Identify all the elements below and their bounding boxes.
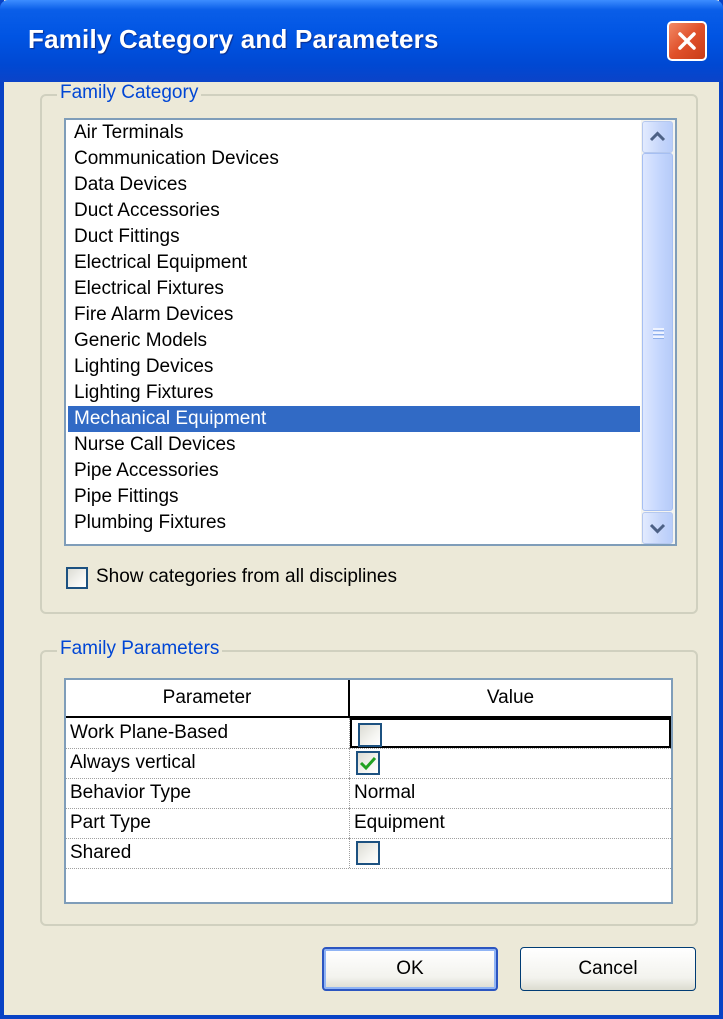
dialog-title: Family Category and Parameters (28, 24, 439, 54)
category-list-item[interactable]: Lighting Fixtures (68, 380, 640, 406)
value-checkbox[interactable] (356, 751, 380, 775)
category-list-item[interactable]: Generic Models (68, 328, 640, 354)
scroll-down-button[interactable] (642, 512, 673, 544)
show-all-disciplines-label[interactable]: Show categories from all disciplines (96, 566, 397, 588)
table-row[interactable]: Shared (66, 838, 671, 869)
column-header-parameter[interactable]: Parameter (66, 680, 350, 716)
parameter-value-cell[interactable] (350, 748, 671, 778)
value-checkbox[interactable] (358, 723, 382, 747)
parameter-value-cell[interactable] (350, 838, 671, 868)
column-header-value[interactable]: Value (350, 680, 671, 716)
check-icon (359, 756, 377, 771)
value-checkbox[interactable] (356, 841, 380, 865)
parameter-name-cell: Part Type (66, 808, 350, 838)
category-items: Air Terminals Communication Devices Data D… (68, 120, 640, 536)
category-list-item[interactable]: Air Terminals (68, 120, 640, 146)
category-list-item[interactable]: Lighting Devices (68, 354, 640, 380)
close-icon (678, 32, 696, 50)
parameter-value-cell[interactable]: Normal (350, 778, 671, 808)
table-row[interactable]: Work Plane-Based (66, 718, 671, 749)
category-list-item[interactable]: Duct Accessories (68, 198, 640, 224)
parameters-grid[interactable]: Parameter Value Work Plane-Based Always v… (64, 678, 673, 904)
category-list-item[interactable]: Mechanical Equipment (68, 406, 640, 432)
grid-header: Parameter Value (66, 680, 671, 718)
family-category-legend: Family Category (57, 82, 202, 104)
parameter-name-cell: Work Plane-Based (66, 718, 350, 748)
category-list-item[interactable]: Electrical Fixtures (68, 276, 640, 302)
thumb-grip (653, 328, 664, 331)
thumb-grip (653, 336, 664, 339)
family-parameters-legend: Family Parameters (57, 638, 223, 660)
category-list-item[interactable]: Fire Alarm Devices (68, 302, 640, 328)
category-list-item[interactable]: Data Devices (68, 172, 640, 198)
close-button[interactable] (667, 21, 707, 61)
table-row[interactable]: Part Type Equipment (66, 808, 671, 839)
ok-button[interactable]: OK (322, 947, 498, 991)
dialog-window: Family Category and Parameters Family Ca… (0, 0, 723, 1019)
show-all-disciplines-checkbox[interactable] (66, 567, 88, 589)
chevron-up-icon (649, 131, 666, 142)
table-row[interactable]: Behavior Type Normal (66, 778, 671, 809)
category-list-item[interactable]: Duct Fittings (68, 224, 640, 250)
parameter-name-cell: Behavior Type (66, 778, 350, 808)
table-row[interactable]: Always vertical (66, 748, 671, 779)
cancel-button[interactable]: Cancel (520, 947, 696, 991)
category-list-item[interactable]: Pipe Fittings (68, 484, 640, 510)
chevron-down-icon (649, 523, 666, 534)
parameter-name-cell: Shared (66, 838, 350, 868)
category-list-item[interactable]: Communication Devices (68, 146, 640, 172)
scroll-up-button[interactable] (642, 121, 673, 153)
category-list-item[interactable]: Plumbing Fixtures (68, 510, 640, 536)
category-list-item[interactable]: Nurse Call Devices (68, 432, 640, 458)
title-bar[interactable]: Family Category and Parameters (0, 0, 723, 82)
thumb-grip (653, 332, 664, 335)
scroll-thumb[interactable] (642, 153, 673, 511)
category-list-item[interactable]: Pipe Accessories (68, 458, 640, 484)
category-list-item[interactable]: Electrical Equipment (68, 250, 640, 276)
parameter-value-cell[interactable]: Equipment (350, 808, 671, 838)
parameter-value-cell[interactable] (350, 718, 671, 748)
family-category-list[interactable]: Air Terminals Communication Devices Data D… (64, 118, 677, 546)
vertical-scrollbar[interactable] (641, 120, 675, 544)
parameter-name-cell: Always vertical (66, 748, 350, 778)
